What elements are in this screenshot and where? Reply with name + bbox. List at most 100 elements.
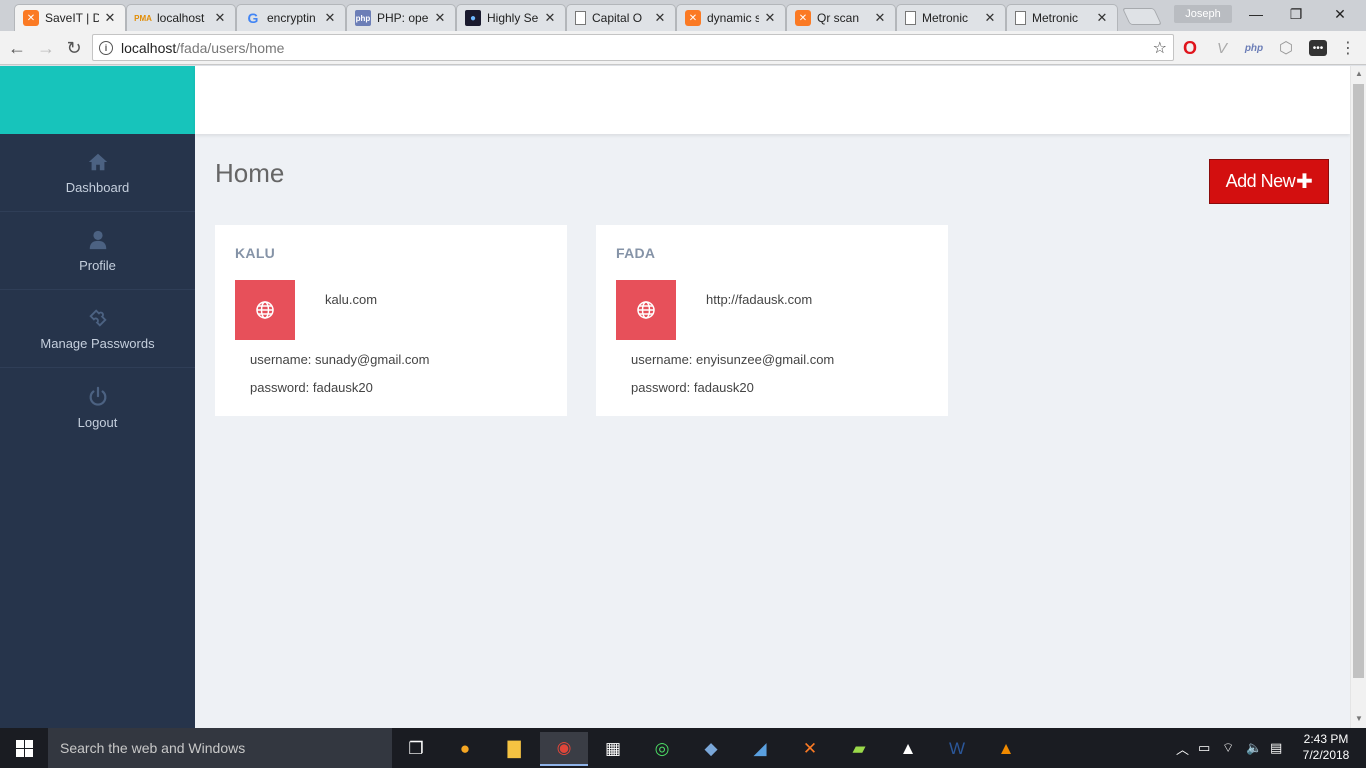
tab-encrypting[interactable]: G encryptin ✕ bbox=[236, 4, 346, 31]
user-icon bbox=[86, 228, 110, 252]
username-label: username: bbox=[631, 352, 693, 367]
sublime-icon[interactable]: ◢ bbox=[736, 732, 784, 766]
notification-icon[interactable]: ▤ bbox=[1270, 728, 1282, 768]
forward-arrow-icon[interactable]: → bbox=[34, 36, 58, 60]
word-icon[interactable]: W bbox=[933, 732, 981, 766]
wifi-icon[interactable]: ⌔ bbox=[1222, 728, 1234, 768]
store-icon[interactable]: ▦ bbox=[589, 732, 637, 766]
windows-start-icon[interactable] bbox=[0, 728, 48, 768]
taskbar-search-box[interactable]: Search the web and Windows bbox=[48, 728, 392, 768]
php-extension-icon[interactable]: php bbox=[1243, 37, 1265, 59]
url-path: /fada/users/home bbox=[176, 39, 285, 56]
minimize-icon[interactable]: — bbox=[1236, 2, 1276, 26]
tab-title: Highly Se bbox=[487, 11, 539, 25]
whatsapp-icon[interactable]: ◎ bbox=[638, 732, 686, 766]
close-icon[interactable]: ✕ bbox=[873, 10, 887, 26]
xampp-taskbar-icon[interactable]: ✕ bbox=[786, 732, 834, 766]
close-icon[interactable]: ✕ bbox=[323, 10, 337, 26]
sidebar-item-label: Profile bbox=[79, 258, 116, 273]
photos-icon[interactable]: ▲ bbox=[884, 732, 932, 766]
password-label: password: bbox=[250, 380, 310, 395]
new-tab-button[interactable] bbox=[1122, 8, 1162, 25]
vlc-icon[interactable]: ▲ bbox=[982, 732, 1030, 766]
opera-extension-icon[interactable]: O bbox=[1179, 37, 1201, 59]
sidebar-item-label: Manage Passwords bbox=[40, 336, 155, 351]
sidebar-item-dashboard[interactable]: Dashboard bbox=[0, 134, 195, 212]
tray-chevron-icon[interactable]: ︿ bbox=[1176, 728, 1189, 768]
hexagon-extension-icon[interactable]: ⬡ bbox=[1275, 37, 1297, 59]
site-url: http://fadausk.com bbox=[706, 292, 813, 307]
tab-metronic-2[interactable]: Metronic ✕ bbox=[1006, 4, 1118, 31]
battery-icon[interactable]: ▭ bbox=[1198, 728, 1210, 768]
phpmyadmin-icon: PMA bbox=[134, 13, 152, 23]
info-icon[interactable]: i bbox=[99, 40, 113, 55]
globe-icon bbox=[235, 280, 295, 340]
browser-menu-icon[interactable]: ⋮ bbox=[1337, 37, 1359, 59]
add-new-button[interactable]: Add New ✚ bbox=[1209, 159, 1329, 204]
tab-php[interactable]: php PHP: oper ✕ bbox=[346, 4, 456, 31]
taskbar-clock[interactable]: 2:43 PM 7/2/2018 bbox=[1296, 731, 1356, 763]
plus-icon: ✚ bbox=[1296, 171, 1313, 193]
close-icon[interactable]: ✕ bbox=[763, 10, 777, 26]
site-url: kalu.com bbox=[325, 292, 378, 307]
dev-extension-icon[interactable]: ••• bbox=[1307, 37, 1329, 59]
tab-metronic-1[interactable]: Metronic ✕ bbox=[896, 4, 1006, 31]
back-arrow-icon[interactable]: ← bbox=[5, 36, 29, 60]
document-icon bbox=[575, 11, 586, 25]
volume-icon[interactable]: 🔈 bbox=[1246, 728, 1262, 768]
tab-title: dynamic s bbox=[707, 11, 759, 25]
tab-title: Metronic bbox=[922, 11, 969, 25]
scrollbar-thumb[interactable] bbox=[1353, 84, 1364, 678]
close-icon[interactable]: ✕ bbox=[653, 10, 667, 26]
v-extension-icon[interactable]: V bbox=[1211, 37, 1233, 59]
chrome-icon[interactable]: ◉ bbox=[540, 732, 588, 766]
tab-title: localhost bbox=[157, 11, 205, 25]
tab-capital-one[interactable]: Capital O ✕ bbox=[566, 4, 676, 31]
page-scrollbar[interactable]: ▲ ▼ bbox=[1350, 66, 1366, 728]
close-icon[interactable]: ✕ bbox=[433, 10, 447, 26]
address-bar[interactable]: i localhost/fada/users/home ☆ bbox=[92, 34, 1174, 61]
tab-title: Capital O bbox=[592, 11, 643, 25]
document-icon bbox=[905, 11, 916, 25]
maps-icon[interactable]: ▰ bbox=[835, 732, 883, 766]
tab-saveit[interactable]: ✕ SaveIT | D ✕ bbox=[14, 4, 126, 31]
close-icon[interactable]: ✕ bbox=[543, 10, 557, 26]
card-title: KALU bbox=[235, 245, 276, 261]
sidebar-item-manage-passwords[interactable]: Manage Passwords bbox=[0, 290, 195, 368]
password-value: fadausk20 bbox=[693, 380, 754, 395]
scroll-down-icon[interactable]: ▼ bbox=[1355, 714, 1363, 723]
tab-title: SaveIT | D bbox=[45, 11, 99, 25]
task-view-icon[interactable]: ❐ bbox=[392, 732, 440, 766]
tab-qr-scan[interactable]: ✕ Qr scan ✕ bbox=[786, 4, 896, 31]
close-icon[interactable]: ✕ bbox=[1095, 10, 1109, 26]
password-value: fadausk20 bbox=[312, 380, 373, 395]
file-explorer-icon[interactable]: ▇ bbox=[490, 732, 538, 766]
tab-title: encryptin bbox=[267, 11, 316, 25]
power-icon bbox=[86, 385, 110, 409]
sidebar-item-label: Dashboard bbox=[65, 180, 130, 195]
xampp-icon: ✕ bbox=[23, 10, 39, 26]
tab-title: Metronic bbox=[1032, 11, 1079, 25]
bookmark-star-icon[interactable]: ☆ bbox=[1153, 38, 1167, 58]
tab-highly-secure[interactable]: ● Highly Se ✕ bbox=[456, 4, 566, 31]
password-card-fada[interactable]: FADA http://fadausk.com username: enyisu… bbox=[596, 225, 948, 416]
uc-browser-icon[interactable]: ● bbox=[441, 732, 489, 766]
scroll-up-icon[interactable]: ▲ bbox=[1355, 69, 1363, 78]
password-card-kalu[interactable]: KALU kalu.com username: sunady@gmail.com… bbox=[215, 225, 567, 416]
close-icon[interactable]: ✕ bbox=[983, 10, 997, 26]
virtualbox-icon[interactable]: ◆ bbox=[687, 732, 735, 766]
php-icon: php bbox=[355, 10, 371, 26]
add-new-label: Add New bbox=[1225, 171, 1296, 191]
tab-dynamic[interactable]: ✕ dynamic s ✕ bbox=[676, 4, 786, 31]
close-window-icon[interactable]: ✕ bbox=[1320, 2, 1360, 26]
close-icon[interactable]: ✕ bbox=[103, 10, 117, 26]
sidebar-item-logout[interactable]: Logout bbox=[0, 368, 195, 446]
restore-icon[interactable]: ❐ bbox=[1276, 2, 1316, 26]
close-icon[interactable]: ✕ bbox=[213, 10, 227, 26]
tab-localhost[interactable]: PMA localhost ✕ bbox=[126, 4, 236, 31]
username-value: enyisunzee@gmail.com bbox=[696, 352, 835, 367]
password-row: password: fadausk20 bbox=[250, 380, 373, 395]
profile-button[interactable]: Joseph bbox=[1174, 5, 1232, 23]
sidebar-item-profile[interactable]: Profile bbox=[0, 212, 195, 290]
reload-icon[interactable]: ↻ bbox=[62, 36, 86, 60]
